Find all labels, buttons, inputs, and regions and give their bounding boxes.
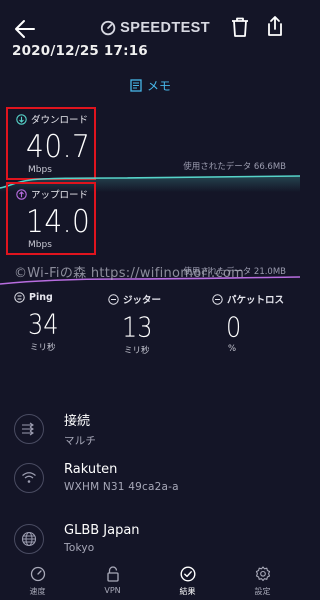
back-button[interactable] <box>12 16 38 42</box>
packet-loss-unit: % <box>228 344 237 354</box>
nav-speed-label: 速度 <box>29 587 46 596</box>
provider-sub: WXHM N31 49ca2a-a <box>64 481 179 493</box>
jitter-stat: ジッター 13 ミリ秒 <box>108 292 188 356</box>
nav-vpn[interactable]: VPN <box>75 558 150 600</box>
jitter-label: ジッター <box>123 295 162 306</box>
ping-stat: Ping 34 ミリ秒 <box>14 292 94 353</box>
server-row: GLBB Japan Tokyo <box>14 523 284 554</box>
nav-results-label: 結果 <box>179 587 196 596</box>
jitter-value: 13 <box>122 311 153 344</box>
upload-value: 14.0 <box>26 203 91 240</box>
ping-value: 34 <box>28 308 59 341</box>
speedtest-logo-icon <box>100 20 116 36</box>
ping-label: Ping <box>29 292 53 303</box>
memo-label: メモ <box>147 79 172 93</box>
jitter-unit: ミリ秒 <box>124 346 150 356</box>
nav-settings-label: 設定 <box>254 587 271 596</box>
speedtest-logo: SPEEDTEST <box>100 18 210 38</box>
packet-loss-icon <box>212 293 223 305</box>
ping-unit: ミリ秒 <box>30 343 56 353</box>
connections-icon <box>14 414 44 444</box>
bottom-nav: 速度 VPN 結果 設定 <box>0 558 300 600</box>
server-sub: Tokyo <box>64 542 95 554</box>
download-arrow-icon <box>16 113 27 125</box>
provider-title: Rakuten <box>64 462 118 477</box>
delete-button[interactable] <box>230 16 250 38</box>
packet-loss-value: 0 <box>226 311 242 344</box>
memo-button[interactable]: メモ <box>130 77 171 94</box>
test-datetime: 2020/12/25 17:16 <box>12 43 148 59</box>
nav-settings[interactable]: 設定 <box>225 558 300 600</box>
provider-row: Rakuten WXHM N31 49ca2a-a <box>14 462 284 493</box>
share-icon <box>268 16 282 36</box>
globe-icon <box>14 523 44 554</box>
ping-icon <box>14 292 25 303</box>
connection-title: 接続 <box>64 414 91 429</box>
upload-unit: Mbps <box>28 240 52 250</box>
nav-results[interactable]: 結果 <box>150 558 225 600</box>
download-value: 40.7 <box>26 128 91 165</box>
share-button[interactable] <box>266 15 284 37</box>
connection-row: 接続 マルチ <box>14 410 284 448</box>
download-section: ダウンロード 40.7 Mbps <box>16 112 91 175</box>
check-circle-icon <box>179 566 196 582</box>
logo-text: SPEEDTEST <box>120 20 210 36</box>
back-arrow-icon <box>15 20 35 38</box>
wifi-icon <box>14 462 44 493</box>
lock-icon <box>106 566 119 582</box>
connection-sub: マルチ <box>64 435 97 447</box>
memo-icon <box>130 79 142 92</box>
upload-label: アップロード <box>31 190 89 201</box>
speedometer-icon <box>30 566 45 582</box>
trash-icon <box>232 17 248 37</box>
watermark-text: ©Wi-Fiの森 https://wifinomori.com <box>14 266 245 281</box>
nav-vpn-label: VPN <box>104 586 121 595</box>
gear-icon <box>255 566 270 582</box>
download-label: ダウンロード <box>31 115 89 126</box>
upload-arrow-icon <box>16 188 27 200</box>
server-title: GLBB Japan <box>64 523 140 538</box>
upload-section: アップロード 14.0 Mbps <box>16 187 91 250</box>
jitter-icon <box>108 293 119 305</box>
nav-speed[interactable]: 速度 <box>0 558 75 600</box>
packet-loss-label: パケットロス <box>227 295 285 306</box>
packet-loss-stat: パケットロス 0 % <box>212 292 298 354</box>
